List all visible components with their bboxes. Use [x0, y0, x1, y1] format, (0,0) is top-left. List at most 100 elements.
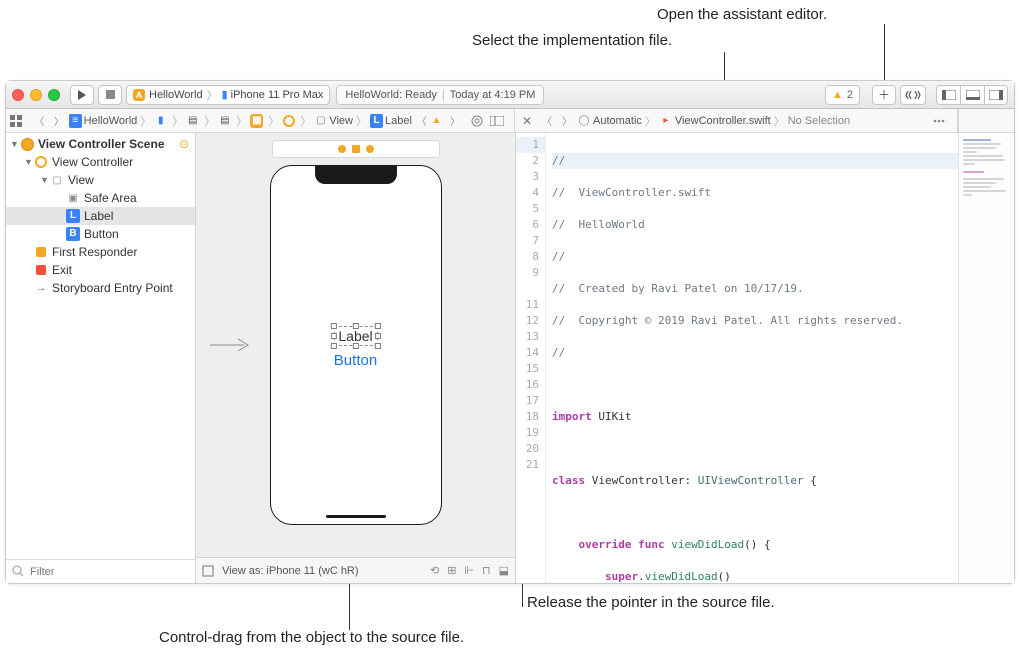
label-text: Label — [338, 328, 372, 344]
outline-label[interactable]: L Label — [6, 207, 195, 225]
title-toolbar: A HelloWorld 〉 ▮ iPhone 11 Pro Max Hello… — [6, 81, 1014, 109]
device-config-label[interactable]: View as: iPhone 11 (wC hR) — [222, 565, 359, 577]
outline-first-responder[interactable]: First Responder — [6, 243, 195, 261]
window-controls[interactable] — [12, 89, 60, 101]
label-icon: L — [370, 114, 383, 128]
selected-label-object[interactable]: Label Button — [333, 326, 377, 369]
line-gutter: 12345 6789 1112131415 161718192021 — [516, 133, 546, 583]
document-outline: ▼ View Controller Scene ⊙ ▼ View Control… — [6, 133, 196, 583]
stop-button[interactable] — [98, 85, 122, 105]
resize-handle[interactable] — [375, 333, 381, 339]
scene-options-icon[interactable]: ⊙ — [179, 137, 189, 151]
back-button[interactable]: 〈 — [537, 113, 557, 128]
back-button[interactable]: 〈 — [30, 113, 50, 128]
counterparts-icon: ◯ — [577, 114, 591, 128]
outline-toggle-icon[interactable] — [490, 116, 510, 126]
forward-button[interactable]: 〉 — [49, 113, 69, 128]
issues-indicator[interactable]: ▲ 2 — [825, 85, 860, 105]
forward-small[interactable]: 〉 — [445, 113, 465, 128]
dot-icon — [352, 145, 360, 153]
zoom-icon[interactable] — [48, 89, 60, 101]
folder-icon: ▮ — [154, 114, 167, 128]
library-button[interactable]: ＋ — [872, 85, 896, 105]
outline-filter[interactable] — [6, 559, 195, 583]
callout-line — [884, 24, 885, 86]
close-editor-button[interactable]: ✕ — [517, 114, 537, 128]
warning-icon[interactable]: ▲ — [431, 115, 441, 126]
device-frame: Label Button — [270, 165, 442, 525]
code-area[interactable]: // // ViewController.swift // HelloWorld… — [546, 133, 958, 583]
toggle-inspector-button[interactable] — [984, 85, 1008, 105]
adjust-icon[interactable] — [471, 115, 491, 127]
interface-builder-canvas: Label Button — [196, 133, 516, 583]
breadcrumb[interactable]: ◯ Automatic〉 ▸ ViewController.swift〉 No … — [577, 113, 850, 129]
update-frames-icon[interactable]: ⬓ — [499, 564, 509, 577]
outline-view[interactable]: ▼ ▢ View — [6, 171, 195, 189]
resize-handle[interactable] — [352, 323, 358, 329]
editor-jumpbar: ✕ 〈 〉 ◯ Automatic〉 ▸ ViewController.swif… — [515, 109, 958, 133]
outline-scene[interactable]: ▼ View Controller Scene ⊙ — [6, 135, 195, 153]
scheme-project: HelloWorld — [149, 89, 203, 101]
source-editor[interactable]: 12345 6789 1112131415 161718192021 // //… — [516, 133, 1014, 583]
resize-handle[interactable] — [375, 323, 381, 329]
resize-handle[interactable] — [375, 343, 381, 349]
callout-release: Release the pointer in the source file. — [527, 594, 775, 611]
view-icon: ▢ — [50, 173, 64, 187]
app-icon: A — [133, 89, 145, 101]
close-icon[interactable] — [12, 89, 24, 101]
resolve-icon[interactable]: ⊩ — [464, 564, 474, 577]
scheme-selector[interactable]: A HelloWorld 〉 ▮ iPhone 11 Pro Max — [126, 85, 330, 105]
embed-icon[interactable]: ⊓ — [482, 564, 491, 577]
run-button[interactable] — [70, 85, 94, 105]
editor-options-icon[interactable] — [933, 115, 953, 127]
callout-impl: Select the implementation file. — [472, 32, 672, 49]
dot-icon — [338, 145, 346, 153]
scene-icon — [283, 115, 295, 127]
entry-arrow-icon — [210, 338, 250, 352]
outline-safe-area[interactable]: ▣ Safe Area — [6, 189, 195, 207]
minimap-header — [958, 109, 1014, 133]
first-responder-icon — [34, 245, 48, 259]
toggle-navigator-button[interactable] — [936, 85, 960, 105]
pin-icon[interactable]: ⊞ — [447, 564, 456, 577]
exit-icon — [34, 263, 48, 277]
button-icon: B — [66, 227, 80, 241]
swift-file-icon: ▸ — [659, 114, 673, 128]
scene-titlebar[interactable] — [272, 140, 440, 158]
safe-area-icon: ▣ — [66, 191, 80, 205]
canvas-area[interactable]: Label Button — [196, 133, 515, 557]
minimize-icon[interactable] — [30, 89, 42, 101]
device-icon: ▮ — [222, 88, 228, 101]
filter-input[interactable] — [30, 566, 189, 578]
label-icon: L — [66, 209, 80, 223]
resize-handle[interactable] — [330, 323, 336, 329]
resize-handle[interactable] — [330, 333, 336, 339]
callout-drag: Control-drag from the object to the sour… — [159, 629, 464, 646]
file-icon: ▤ — [186, 114, 199, 128]
minimap[interactable] — [958, 133, 1014, 583]
home-indicator — [326, 515, 386, 518]
toggle-bounds-icon[interactable] — [202, 565, 214, 577]
warning-count: 2 — [847, 89, 853, 101]
outline-exit[interactable]: Exit — [6, 261, 195, 279]
button-object[interactable]: Button — [333, 352, 377, 369]
outline-button[interactable]: B Button — [6, 225, 195, 243]
back-small[interactable]: 〈 — [412, 113, 432, 128]
jump-bar-row: 〈 〉 ≡ HelloWorld〉 ▮〉 ▤〉 ▤〉 ▦〉 〉 ▢ View〉 … — [6, 109, 1014, 133]
related-items-icon[interactable] — [10, 115, 30, 127]
outline-vc[interactable]: ▼ View Controller — [6, 153, 195, 171]
forward-button[interactable]: 〉 — [557, 113, 577, 128]
outline-entry[interactable]: → Storyboard Entry Point — [6, 279, 195, 297]
breadcrumb[interactable]: ≡ HelloWorld〉 ▮〉 ▤〉 ▤〉 ▦〉 〉 ▢ View〉 L La… — [69, 113, 412, 129]
warning-icon: ▲ — [832, 89, 843, 101]
dot-icon — [366, 145, 374, 153]
assistant-editor-button[interactable] — [900, 85, 926, 105]
resize-handle[interactable] — [330, 343, 336, 349]
view-icon: ▢ — [314, 114, 327, 128]
align-icon[interactable]: ⟲ — [430, 564, 439, 577]
toggle-debug-button[interactable] — [960, 85, 984, 105]
file-icon: ▤ — [218, 114, 231, 128]
scheme-device: iPhone 11 Pro Max — [231, 89, 324, 101]
resize-handle[interactable] — [352, 343, 358, 349]
canvas-jumpbar: 〈 〉 ≡ HelloWorld〉 ▮〉 ▤〉 ▤〉 ▦〉 〉 ▢ View〉 … — [6, 109, 515, 133]
